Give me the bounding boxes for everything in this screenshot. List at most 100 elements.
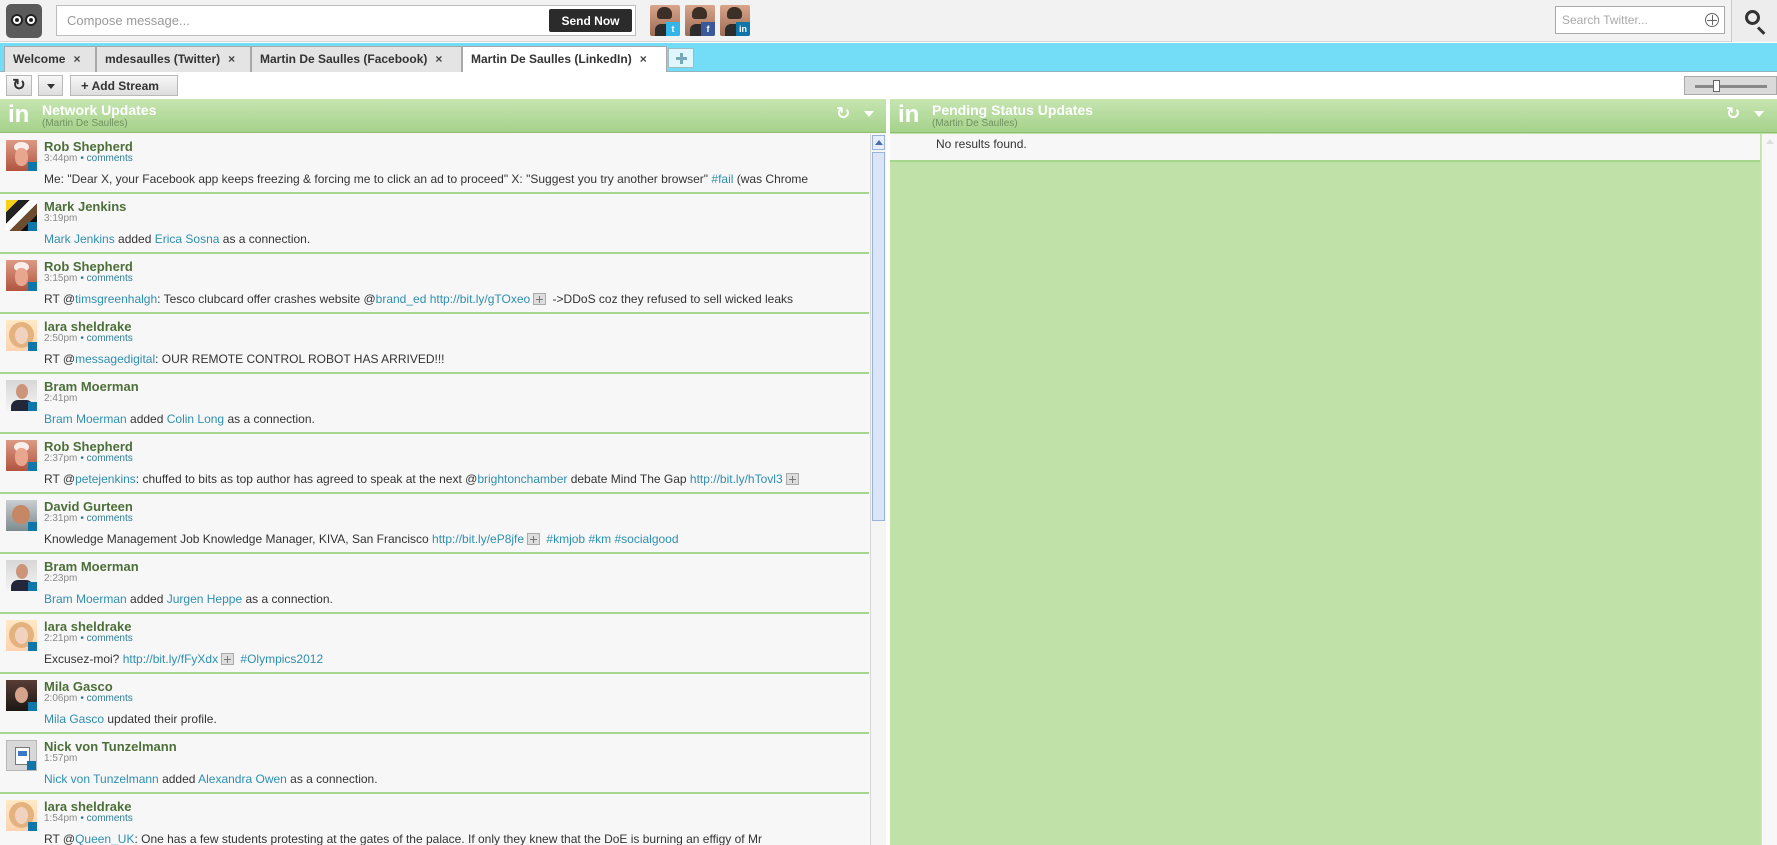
mention-link[interactable]: brand_ed	[376, 292, 427, 306]
post-author[interactable]: lara sheldrake	[44, 799, 131, 814]
column-width-slider[interactable]	[1684, 76, 1777, 95]
comments-link[interactable]: • comments	[80, 273, 132, 284]
table-row: Rob Shepherd 3:44pm • comments Me: "Dear X,…	[0, 134, 869, 194]
hashtag-link[interactable]: #socialgood	[614, 532, 678, 546]
hashtag-link[interactable]: #fail	[711, 172, 733, 186]
search-twitter-box[interactable]	[1555, 6, 1725, 34]
comments-link[interactable]: • comments	[80, 513, 132, 524]
hashtag-link[interactable]: #km	[588, 532, 611, 546]
post-author[interactable]: Bram Moerman	[44, 559, 139, 574]
comments-link[interactable]: • comments	[80, 813, 132, 824]
comments-link[interactable]: • comments	[80, 153, 132, 164]
post-author[interactable]: Rob Shepherd	[44, 439, 133, 454]
hashtag-link[interactable]: #Olympics2012	[240, 652, 323, 666]
column-menu-icon[interactable]	[1750, 108, 1768, 120]
tab-linkedin[interactable]: Martin De Saulles (LinkedIn) ×	[462, 46, 667, 73]
scroll-up-icon[interactable]	[872, 135, 885, 150]
column-subtitle: (Martin De Saulles)	[42, 118, 128, 129]
column-menu-icon[interactable]	[860, 108, 878, 120]
post-body: RT @messagedigital: OUR REMOTE CONTROL R…	[44, 352, 445, 366]
expand-link-icon[interactable]	[533, 293, 547, 305]
post-author[interactable]: Rob Shepherd	[44, 259, 133, 274]
post-author[interactable]: Nick von Tunzelmann	[44, 739, 177, 754]
post-author[interactable]: lara sheldrake	[44, 619, 131, 634]
facebook-profile[interactable]: f	[685, 5, 715, 36]
post-time: 2:23pm	[44, 573, 78, 584]
stream-scrollbar[interactable]	[870, 134, 886, 845]
scroll-thumb[interactable]	[872, 152, 885, 521]
add-tab-icon[interactable]	[668, 48, 694, 68]
comments-link[interactable]: • comments	[80, 333, 132, 344]
person-link[interactable]: Mark Jenkins	[44, 232, 115, 246]
avatar[interactable]	[6, 740, 37, 771]
expand-link-icon[interactable]	[785, 473, 799, 485]
post-author[interactable]: Bram Moerman	[44, 379, 139, 394]
avatar[interactable]	[6, 260, 37, 291]
mention-link[interactable]: messagedigital	[75, 352, 155, 366]
post-body: Knowledge Management Job Knowledge Manag…	[44, 532, 679, 546]
column-refresh-icon[interactable]: ↻	[1726, 105, 1744, 123]
avatar[interactable]	[6, 200, 37, 231]
avatar[interactable]	[6, 440, 37, 471]
avatar[interactable]	[6, 380, 37, 411]
mention-link[interactable]: timsgreenhalgh	[75, 292, 157, 306]
linkedin-icon	[28, 462, 37, 471]
person-link[interactable]: Nick von Tunzelmann	[44, 772, 159, 786]
post-author[interactable]: Mila Gasco	[44, 679, 113, 694]
comments-link[interactable]: • comments	[80, 693, 132, 704]
url-link[interactable]: http://bit.ly/hTovl3	[690, 472, 783, 486]
close-icon[interactable]: ×	[435, 52, 442, 66]
tab-facebook[interactable]: Martin De Saulles (Facebook) ×	[251, 46, 462, 72]
close-icon[interactable]: ×	[228, 52, 235, 66]
slider-handle[interactable]	[1713, 80, 1720, 92]
avatar[interactable]	[6, 560, 37, 591]
mention-link[interactable]: brightonchamber	[477, 472, 567, 486]
compose-box[interactable]: Send Now	[56, 5, 636, 36]
close-icon[interactable]: ×	[640, 52, 647, 66]
stream-toolbar: ↻ + Add Stream	[0, 72, 1777, 99]
tab-twitter[interactable]: mdesaulles (Twitter) ×	[96, 46, 251, 72]
avatar[interactable]	[6, 620, 37, 651]
post-body: RT @petejenkins: chuffed to bits as top …	[44, 472, 864, 486]
comments-link[interactable]: • comments	[80, 633, 132, 644]
refresh-button[interactable]: ↻	[6, 75, 32, 96]
url-link[interactable]: http://bit.ly/eP8jfe	[432, 532, 524, 546]
avatar[interactable]	[6, 140, 37, 171]
close-icon[interactable]: ×	[73, 52, 80, 66]
avatar[interactable]	[6, 680, 37, 711]
expand-link-icon[interactable]	[221, 653, 235, 665]
comments-link[interactable]: • comments	[80, 453, 132, 464]
expand-link-icon[interactable]	[527, 533, 541, 545]
post-author[interactable]: lara sheldrake	[44, 319, 131, 334]
person-link[interactable]: Jurgen Heppe	[167, 592, 242, 606]
person-link[interactable]: Bram Moerman	[44, 592, 127, 606]
compose-message-input[interactable]	[57, 6, 547, 35]
target-icon[interactable]	[1705, 13, 1719, 27]
pending-scrollbar[interactable]	[1761, 134, 1777, 845]
search-twitter-input[interactable]	[1556, 7, 1701, 33]
linkedin-profile[interactable]: in	[720, 5, 750, 36]
search-button[interactable]	[1731, 0, 1777, 42]
send-now-button[interactable]: Send Now	[549, 9, 632, 32]
post-author[interactable]: Mark Jenkins	[44, 199, 126, 214]
person-link[interactable]: Alexandra Owen	[198, 772, 287, 786]
url-link[interactable]: http://bit.ly/gTOxeo	[430, 292, 531, 306]
avatar[interactable]	[6, 800, 37, 831]
add-stream-button[interactable]: + Add Stream	[70, 75, 178, 96]
avatar[interactable]	[6, 500, 37, 531]
mention-link[interactable]: Queen_UK	[75, 832, 134, 845]
person-link[interactable]: Colin Long	[167, 412, 224, 426]
url-link[interactable]: http://bit.ly/fFyXdx	[123, 652, 218, 666]
avatar[interactable]	[6, 320, 37, 351]
mention-link[interactable]: petejenkins	[75, 472, 136, 486]
column-refresh-icon[interactable]: ↻	[836, 105, 854, 123]
person-link[interactable]: Bram Moerman	[44, 412, 127, 426]
twitter-profile[interactable]: t	[650, 5, 680, 36]
hashtag-link[interactable]: #kmjob	[546, 532, 585, 546]
tab-welcome[interactable]: Welcome ×	[4, 46, 96, 72]
post-author[interactable]: David Gurteen	[44, 499, 133, 514]
person-link[interactable]: Mila Gasco	[44, 712, 104, 726]
streams-dropdown-button[interactable]	[38, 75, 63, 96]
person-link[interactable]: Erica Sosna	[155, 232, 220, 246]
post-author[interactable]: Rob Shepherd	[44, 139, 133, 154]
